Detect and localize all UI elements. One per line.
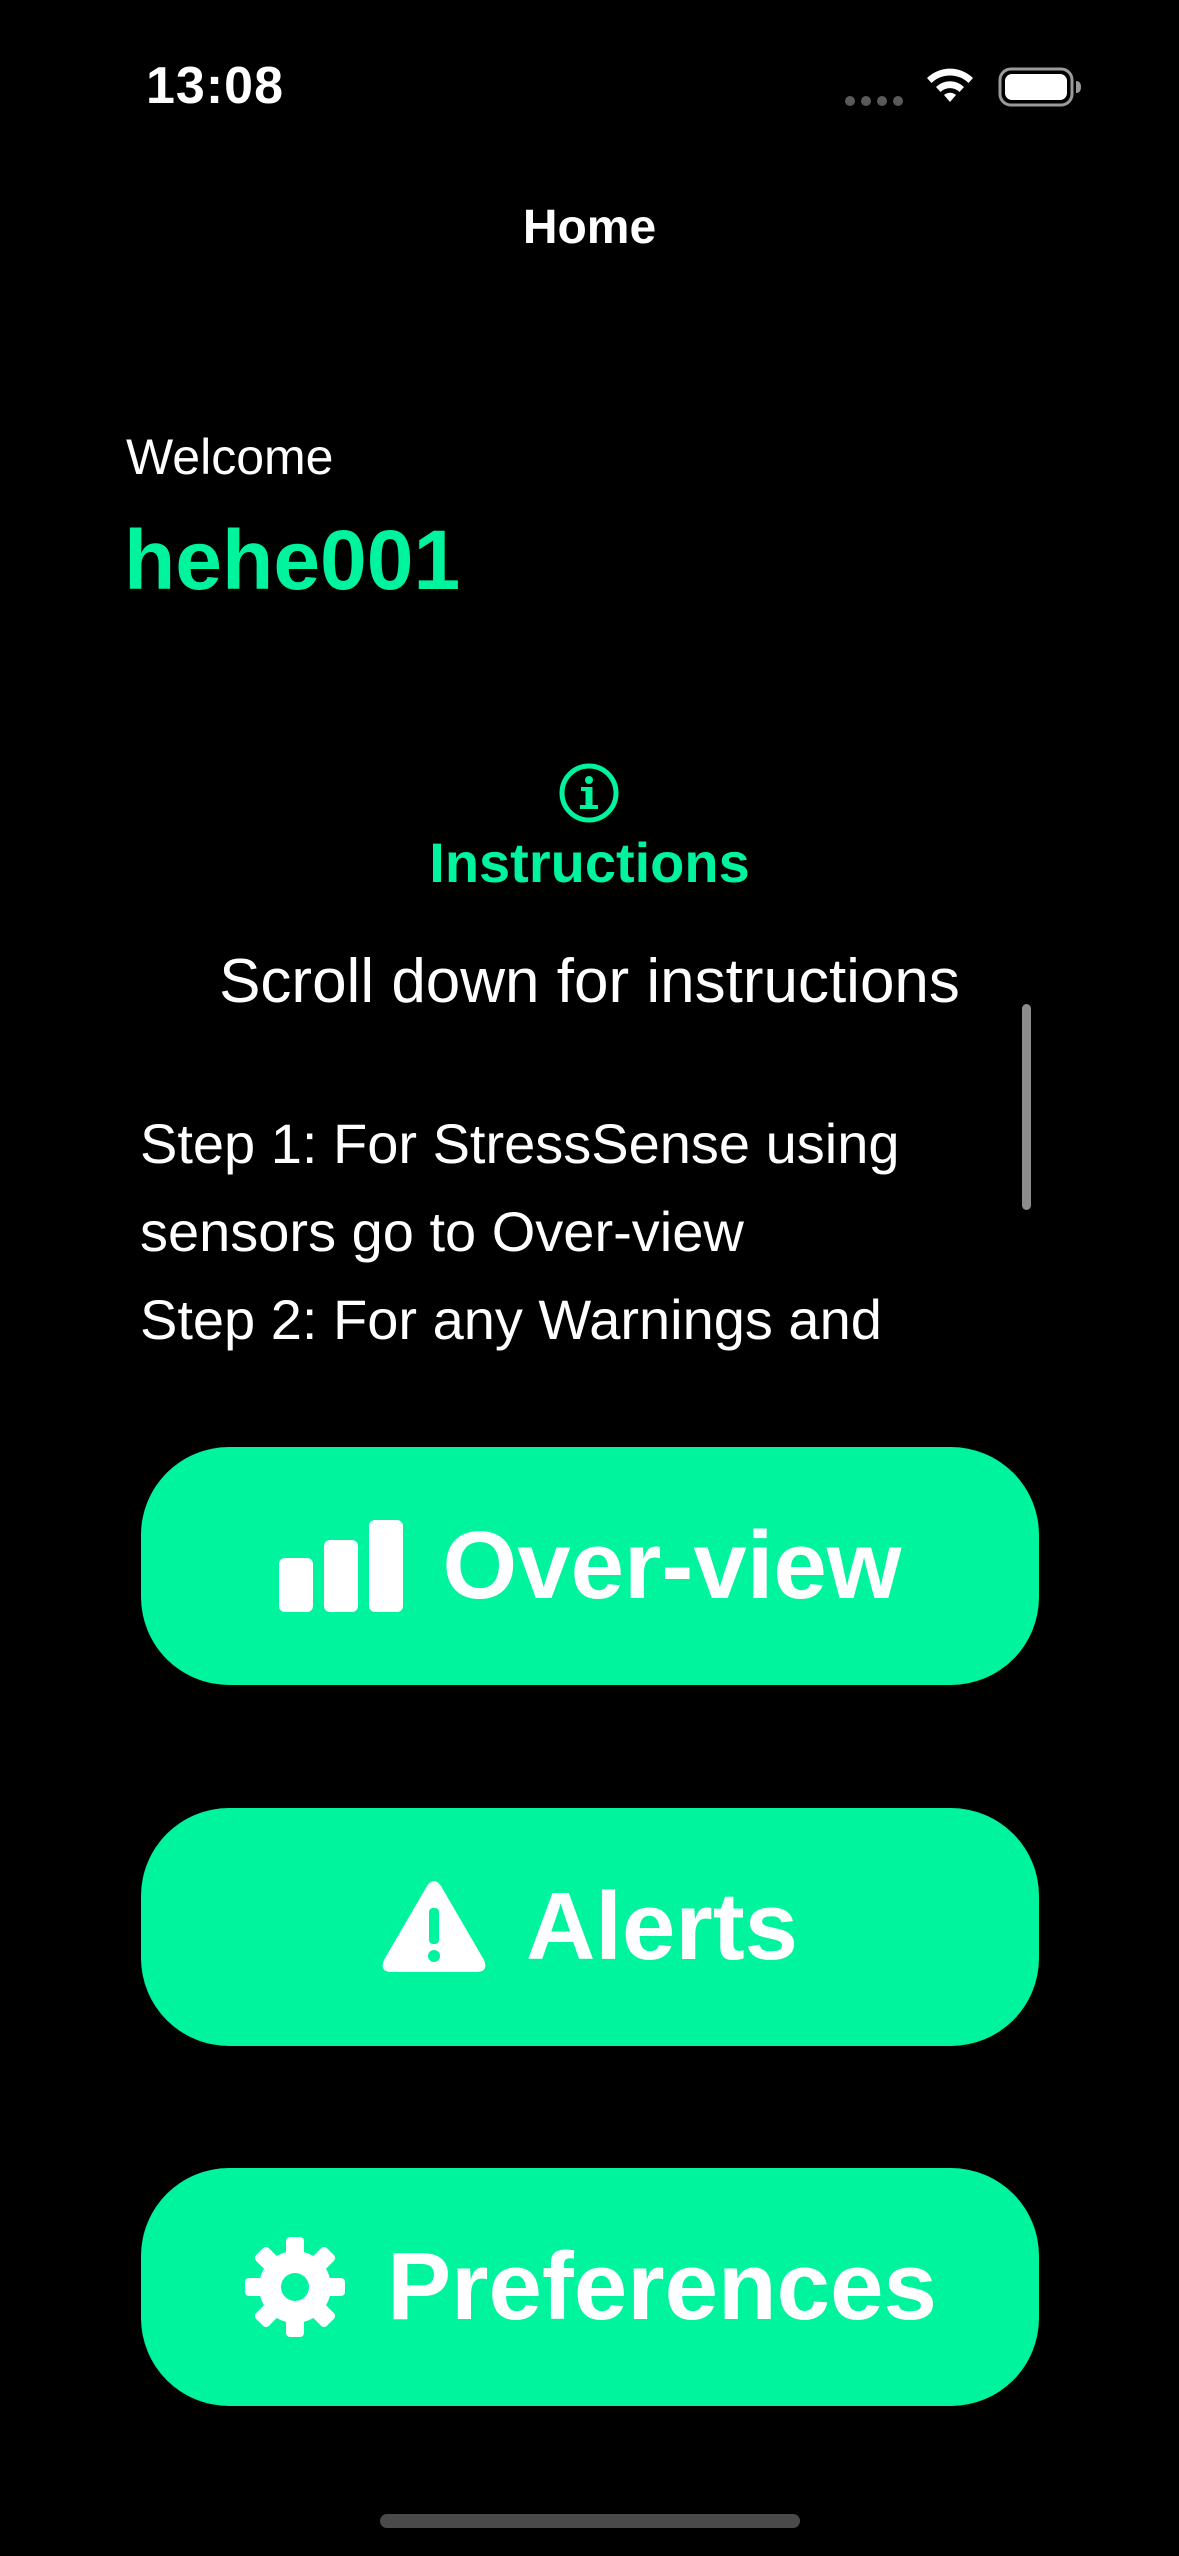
- nav-title: Home: [522, 201, 657, 254]
- scrollbar[interactable]: [1022, 1004, 1031, 1210]
- preferences-button-label: Preferences: [387, 2233, 937, 2340]
- username: hehe001: [124, 513, 461, 607]
- alerts-button-label: Alerts: [525, 1873, 799, 1980]
- wifi-icon: [927, 68, 973, 102]
- signal-dots-icon: [845, 96, 905, 106]
- warning-triangle-icon: [382, 1880, 486, 1974]
- gear-icon: [243, 2235, 347, 2339]
- home-indicator[interactable]: [380, 2514, 800, 2528]
- status-bar: 13:08: [0, 0, 1179, 170]
- scroll-hint: Scroll down for instructions: [219, 947, 960, 1016]
- instructions-body: Step 1: For StressSense using sensors go…: [140, 1112, 900, 1351]
- welcome-label: Welcome: [126, 429, 334, 485]
- overview-button-label: Over-view: [442, 1512, 902, 1619]
- bar-chart-icon: [278, 1520, 403, 1612]
- status-time: 13:08: [146, 57, 284, 115]
- instructions-title: Instructions: [429, 831, 750, 894]
- overview-button[interactable]: Over-view: [141, 1447, 1039, 1685]
- alerts-button[interactable]: Alerts: [141, 1808, 1039, 2046]
- info-circle-icon: [559, 763, 619, 823]
- battery-icon: [998, 67, 1081, 107]
- instructions-scroll-area[interactable]: Step 1: For StressSense using sensors go…: [140, 1100, 1040, 1360]
- preferences-button[interactable]: Preferences: [141, 2168, 1039, 2406]
